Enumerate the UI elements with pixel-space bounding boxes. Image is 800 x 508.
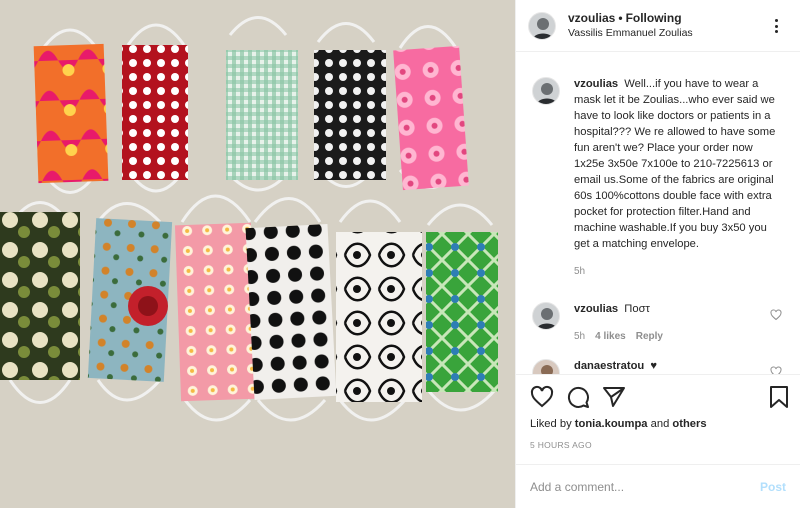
comment-icon[interactable]	[566, 385, 590, 409]
likes-user[interactable]: tonia.koumpa	[575, 418, 648, 430]
likes-conj: and	[650, 418, 670, 430]
header-user-block: vzoulias • Following Vassilis Emmanuel Zou…	[568, 11, 693, 41]
header-separator: •	[618, 10, 623, 25]
avatar[interactable]	[532, 302, 560, 330]
caption-text: Well...if you have to wear a mask let it…	[574, 78, 776, 250]
comment-time[interactable]: 5h	[574, 331, 585, 342]
comment-username[interactable]: danaestratou	[574, 360, 644, 372]
likes-summary: Liked by tonia.koumpa and others	[516, 416, 800, 438]
instagram-post-dialog: vzoulias • Following Vassilis Emmanuel Zou…	[0, 0, 800, 508]
comment-likes[interactable]: 4 likes	[595, 331, 626, 342]
likes-others[interactable]: others	[672, 418, 706, 430]
avatar[interactable]	[528, 11, 556, 40]
post-timestamp[interactable]: 5 HOURS AGO	[516, 440, 800, 464]
masks-photo	[0, 0, 515, 508]
comment-like-heart-icon[interactable]	[770, 366, 782, 374]
comments-section: vzoulias Well...if you have to wear a ma…	[516, 52, 800, 374]
reply-button[interactable]: Reply	[636, 331, 663, 342]
caption-username[interactable]: vzoulias	[574, 78, 618, 90]
comment-text: ♥	[650, 360, 658, 372]
header-full-name: Vassilis Emmanuel Zoulias	[568, 26, 693, 39]
heart-icon[interactable]	[530, 385, 554, 409]
post-photo	[0, 0, 515, 508]
comment: vzoulias Ποστ 5h 4 likes Reply	[532, 301, 786, 342]
comment-input[interactable]	[530, 479, 750, 494]
post-header: vzoulias • Following Vassilis Emmanuel Zou…	[516, 0, 800, 52]
post-actions	[516, 374, 800, 418]
likes-prefix: Liked by	[530, 418, 572, 430]
more-options-icon[interactable]	[768, 16, 784, 36]
post-comment-button[interactable]: Post	[760, 480, 786, 494]
comment-like-heart-icon[interactable]	[770, 309, 782, 324]
bookmark-icon[interactable]	[768, 385, 790, 412]
caption-time[interactable]: 5h	[574, 266, 585, 277]
comment: danaestratou ♥	[532, 358, 786, 374]
post-side-panel: vzoulias • Following Vassilis Emmanuel Zou…	[515, 0, 800, 508]
comment-text: Ποστ	[624, 303, 650, 315]
avatar[interactable]	[532, 359, 560, 374]
following-status[interactable]: Following	[626, 11, 682, 25]
caption: vzoulias Well...if you have to wear a ma…	[532, 76, 786, 277]
avatar[interactable]	[532, 77, 560, 105]
share-icon[interactable]	[602, 385, 626, 409]
add-comment-bar: Post	[516, 464, 800, 508]
comment-username[interactable]: vzoulias	[574, 303, 618, 315]
header-username[interactable]: vzoulias	[568, 11, 615, 25]
